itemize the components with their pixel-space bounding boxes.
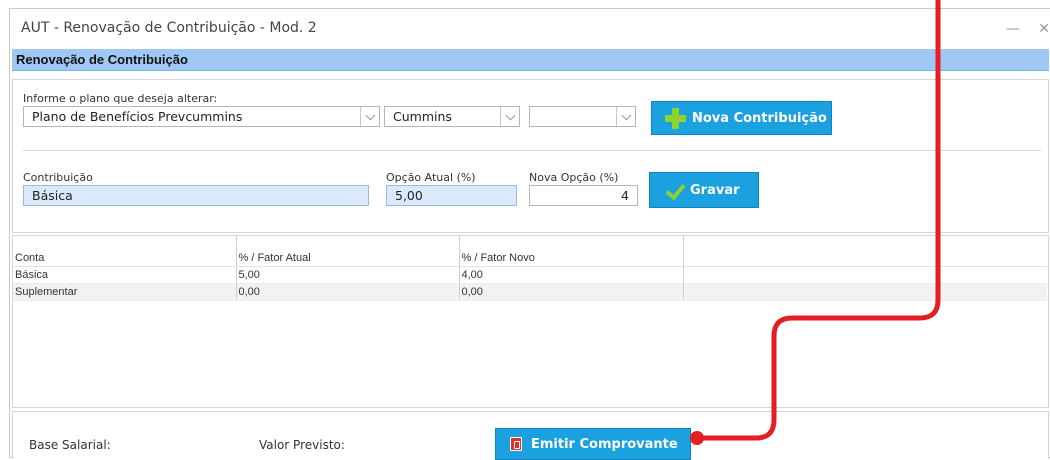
annotation-dot bbox=[690, 431, 704, 445]
annotation-line bbox=[690, 0, 941, 445]
